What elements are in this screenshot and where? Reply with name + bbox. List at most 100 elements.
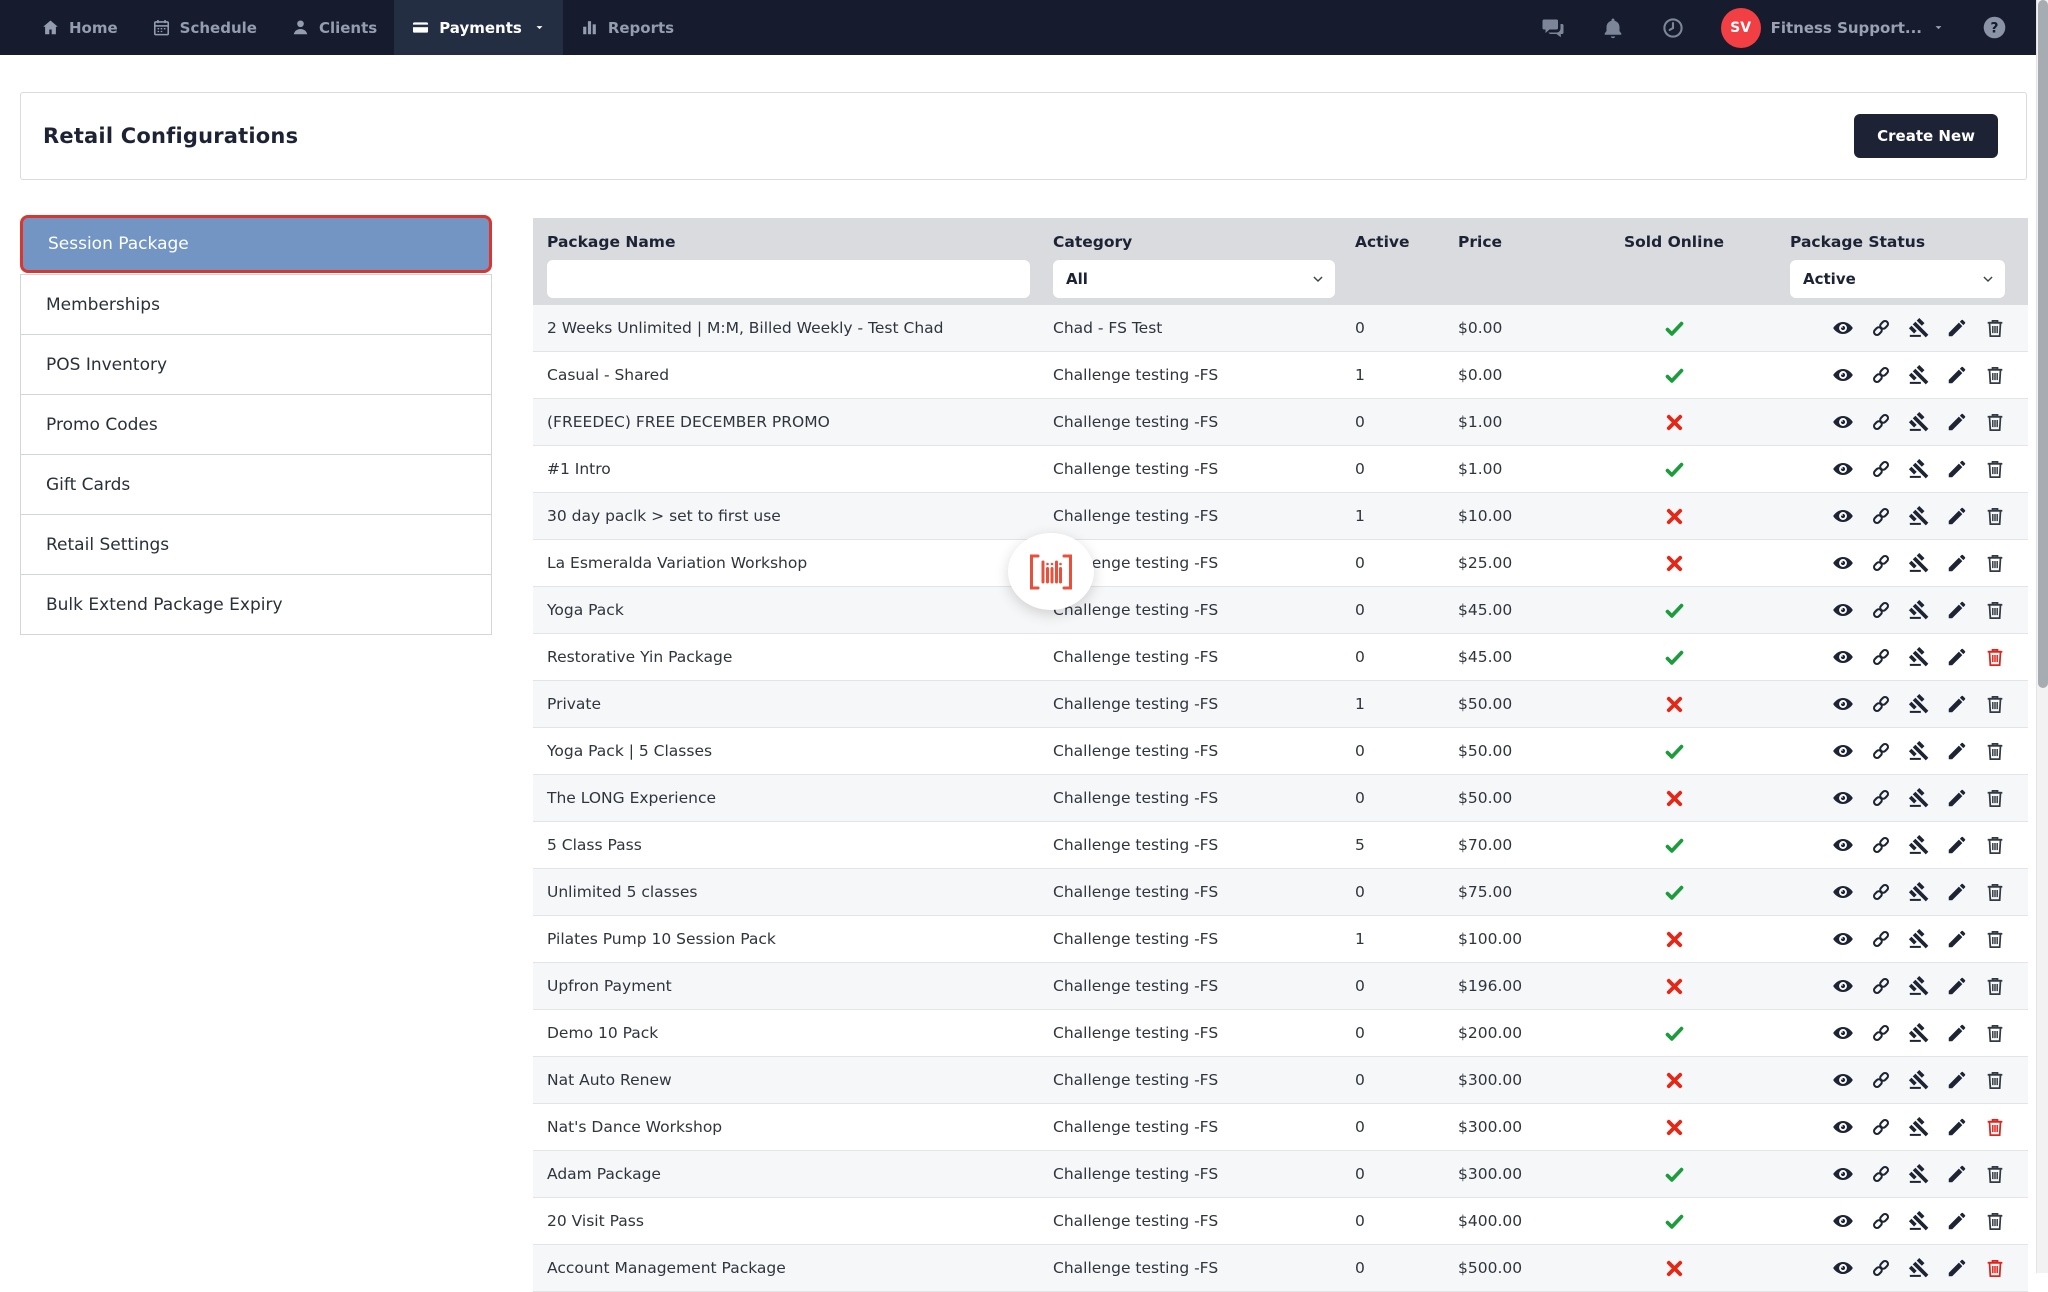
edit-icon[interactable] — [1946, 1116, 1968, 1138]
link-icon[interactable] — [1870, 1022, 1892, 1044]
sell-at-pos-icon[interactable] — [1908, 599, 1930, 621]
sell-at-pos-icon[interactable] — [1908, 646, 1930, 668]
nav-item-reports[interactable]: Reports — [563, 0, 691, 55]
link-icon[interactable] — [1870, 599, 1892, 621]
sell-at-pos-icon[interactable] — [1908, 928, 1930, 950]
delete-icon[interactable] — [1984, 881, 2006, 903]
edit-icon[interactable] — [1946, 599, 1968, 621]
sidebar-item-retail-settings[interactable]: Retail Settings — [20, 514, 492, 575]
delete-icon[interactable] — [1984, 740, 2006, 762]
link-icon[interactable] — [1870, 834, 1892, 856]
delete-icon[interactable] — [1984, 693, 2006, 715]
sell-at-pos-icon[interactable] — [1908, 975, 1930, 997]
link-icon[interactable] — [1870, 693, 1892, 715]
view-icon[interactable] — [1832, 1116, 1854, 1138]
sell-at-pos-icon[interactable] — [1908, 1022, 1930, 1044]
nav-item-schedule[interactable]: Schedule — [135, 0, 274, 55]
edit-icon[interactable] — [1946, 740, 1968, 762]
view-icon[interactable] — [1832, 975, 1854, 997]
view-icon[interactable] — [1832, 505, 1854, 527]
link-icon[interactable] — [1870, 458, 1892, 480]
delete-icon[interactable] — [1984, 599, 2006, 621]
edit-icon[interactable] — [1946, 1257, 1968, 1279]
nav-item-clients[interactable]: Clients — [274, 0, 394, 55]
sell-at-pos-icon[interactable] — [1908, 364, 1930, 386]
delete-icon[interactable] — [1984, 1022, 2006, 1044]
sell-at-pos-icon[interactable] — [1908, 787, 1930, 809]
view-icon[interactable] — [1832, 1163, 1854, 1185]
edit-icon[interactable] — [1946, 552, 1968, 574]
delete-icon[interactable] — [1984, 1210, 2006, 1232]
view-icon[interactable] — [1832, 1069, 1854, 1091]
delete-icon[interactable] — [1984, 1163, 2006, 1185]
sell-at-pos-icon[interactable] — [1908, 1257, 1930, 1279]
view-icon[interactable] — [1832, 364, 1854, 386]
edit-icon[interactable] — [1946, 411, 1968, 433]
delete-icon[interactable] — [1984, 1257, 2006, 1279]
view-icon[interactable] — [1832, 1022, 1854, 1044]
sell-at-pos-icon[interactable] — [1908, 881, 1930, 903]
link-icon[interactable] — [1870, 1210, 1892, 1232]
sell-at-pos-icon[interactable] — [1908, 1163, 1930, 1185]
link-icon[interactable] — [1870, 881, 1892, 903]
edit-icon[interactable] — [1946, 787, 1968, 809]
edit-icon[interactable] — [1946, 364, 1968, 386]
delete-icon[interactable] — [1984, 411, 2006, 433]
view-icon[interactable] — [1832, 646, 1854, 668]
link-icon[interactable] — [1870, 928, 1892, 950]
sell-at-pos-icon[interactable] — [1908, 552, 1930, 574]
delete-icon[interactable] — [1984, 1116, 2006, 1138]
delete-icon[interactable] — [1984, 646, 2006, 668]
link-icon[interactable] — [1870, 975, 1892, 997]
delete-icon[interactable] — [1984, 975, 2006, 997]
help-icon[interactable]: ? — [1981, 14, 2008, 41]
link-icon[interactable] — [1870, 646, 1892, 668]
edit-icon[interactable] — [1946, 505, 1968, 527]
scrollbar-thumb[interactable] — [2038, 0, 2048, 688]
edit-icon[interactable] — [1946, 1210, 1968, 1232]
edit-icon[interactable] — [1946, 881, 1968, 903]
package-status-filter-select[interactable]: Active — [1790, 260, 2005, 298]
link-icon[interactable] — [1870, 364, 1892, 386]
sell-at-pos-icon[interactable] — [1908, 834, 1930, 856]
delete-icon[interactable] — [1984, 928, 2006, 950]
link-icon[interactable] — [1870, 787, 1892, 809]
sell-at-pos-icon[interactable] — [1908, 1210, 1930, 1232]
sidebar-item-bulk-extend-package-expiry[interactable]: Bulk Extend Package Expiry — [20, 574, 492, 635]
sell-at-pos-icon[interactable] — [1908, 1116, 1930, 1138]
edit-icon[interactable] — [1946, 1163, 1968, 1185]
nav-item-home[interactable]: Home — [24, 0, 135, 55]
link-icon[interactable] — [1870, 552, 1892, 574]
user-menu[interactable]: SV Fitness Support... — [1721, 8, 1945, 48]
package-name-filter-input[interactable] — [547, 260, 1030, 298]
barcode-scan-button[interactable] — [1008, 533, 1094, 610]
chat-icon[interactable] — [1541, 16, 1565, 40]
edit-icon[interactable] — [1946, 975, 1968, 997]
delete-icon[interactable] — [1984, 552, 2006, 574]
view-icon[interactable] — [1832, 834, 1854, 856]
view-icon[interactable] — [1832, 458, 1854, 480]
delete-icon[interactable] — [1984, 834, 2006, 856]
notifications-bell-icon[interactable] — [1601, 16, 1625, 40]
sell-at-pos-icon[interactable] — [1908, 505, 1930, 527]
link-icon[interactable] — [1870, 505, 1892, 527]
edit-icon[interactable] — [1946, 1069, 1968, 1091]
sell-at-pos-icon[interactable] — [1908, 740, 1930, 762]
sell-at-pos-icon[interactable] — [1908, 458, 1930, 480]
edit-icon[interactable] — [1946, 317, 1968, 339]
delete-icon[interactable] — [1984, 317, 2006, 339]
nav-item-payments[interactable]: Payments — [394, 0, 563, 55]
link-icon[interactable] — [1870, 740, 1892, 762]
category-filter-select[interactable]: All — [1053, 260, 1335, 298]
sell-at-pos-icon[interactable] — [1908, 411, 1930, 433]
sell-at-pos-icon[interactable] — [1908, 693, 1930, 715]
view-icon[interactable] — [1832, 317, 1854, 339]
edit-icon[interactable] — [1946, 1022, 1968, 1044]
view-icon[interactable] — [1832, 411, 1854, 433]
sidebar-item-promo-codes[interactable]: Promo Codes — [20, 394, 492, 455]
delete-icon[interactable] — [1984, 458, 2006, 480]
sidebar-item-session-package[interactable]: Session Package — [20, 215, 492, 273]
view-icon[interactable] — [1832, 1210, 1854, 1232]
view-icon[interactable] — [1832, 693, 1854, 715]
edit-icon[interactable] — [1946, 458, 1968, 480]
